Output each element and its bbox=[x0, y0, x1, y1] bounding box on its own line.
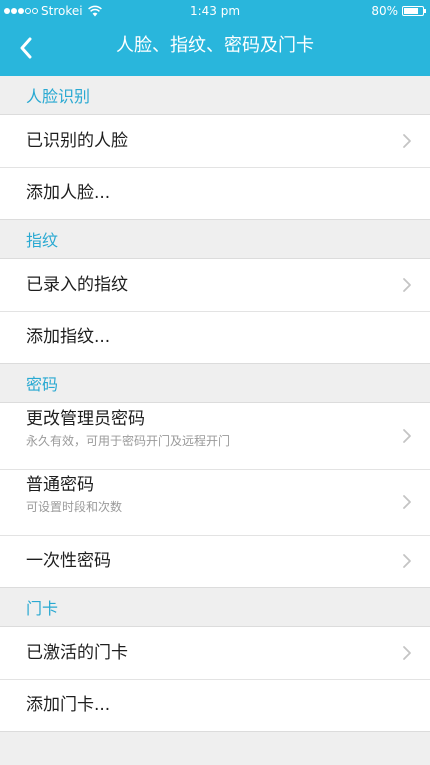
battery-level-fill bbox=[404, 8, 419, 14]
list-item-regular-password[interactable]: 普通密码 可设置时段和次数 bbox=[0, 469, 430, 535]
section-header-password: 密码 bbox=[0, 364, 430, 402]
list-item-enrolled-fingerprints[interactable]: 已录入的指纹 bbox=[0, 259, 430, 311]
list-item-label: 更改管理员密码 bbox=[26, 409, 145, 429]
battery-percent: 80% bbox=[371, 4, 398, 18]
battery-icon bbox=[402, 6, 426, 16]
status-bar: Strokei 1:43 pm 80% bbox=[0, 0, 430, 22]
face-list: 已识别的人脸 添加人脸... bbox=[0, 114, 430, 220]
top-bar: Strokei 1:43 pm 80% 人脸、指纹、密码及门卡 bbox=[0, 0, 430, 76]
navigation-bar: 人脸、指纹、密码及门卡 bbox=[0, 22, 430, 76]
list-item-label: 添加人脸... bbox=[26, 183, 111, 203]
chevron-right-icon bbox=[403, 278, 411, 292]
list-item-add-card[interactable]: 添加门卡... bbox=[0, 679, 430, 731]
list-item-label: 已激活的门卡 bbox=[26, 643, 128, 663]
section-header-door-card: 门卡 bbox=[0, 588, 430, 626]
door-card-list: 已激活的门卡 添加门卡... bbox=[0, 626, 430, 732]
section-header-fingerprint: 指纹 bbox=[0, 220, 430, 258]
list-item-one-time-password[interactable]: 一次性密码 bbox=[0, 535, 430, 587]
page-title: 人脸、指纹、密码及门卡 bbox=[116, 35, 314, 56]
list-item-label: 已录入的指纹 bbox=[26, 275, 128, 295]
list-item-add-face[interactable]: 添加人脸... bbox=[0, 167, 430, 219]
list-item-subtitle: 永久有效，可用于密码开门及远程开门 bbox=[26, 434, 231, 448]
list-item-subtitle: 可设置时段和次数 bbox=[26, 500, 123, 514]
chevron-right-icon bbox=[403, 646, 411, 660]
list-item-add-fingerprint[interactable]: 添加指纹... bbox=[0, 311, 430, 363]
status-right: 80% bbox=[371, 0, 426, 22]
password-list: 更改管理员密码 永久有效，可用于密码开门及远程开门 普通密码 可设置时段和次数 … bbox=[0, 402, 430, 588]
list-item-label: 添加指纹... bbox=[26, 327, 111, 347]
chevron-right-icon bbox=[403, 554, 411, 568]
chevron-right-icon bbox=[403, 134, 411, 148]
chevron-right-icon bbox=[403, 429, 411, 443]
fingerprint-list: 已录入的指纹 添加指纹... bbox=[0, 258, 430, 364]
status-time: 1:43 pm bbox=[189, 4, 241, 18]
list-item-label: 普通密码 bbox=[26, 475, 94, 495]
list-item-label: 添加门卡... bbox=[26, 695, 111, 715]
list-item-label: 已识别的人脸 bbox=[26, 131, 128, 151]
list-item-recognized-faces[interactable]: 已识别的人脸 bbox=[0, 115, 430, 167]
list-item-label: 一次性密码 bbox=[26, 551, 111, 571]
list-item-change-admin-password[interactable]: 更改管理员密码 永久有效，可用于密码开门及远程开门 bbox=[0, 403, 430, 469]
list-item-activated-cards[interactable]: 已激活的门卡 bbox=[0, 627, 430, 679]
chevron-right-icon bbox=[403, 495, 411, 509]
section-header-face: 人脸识别 bbox=[0, 76, 430, 114]
